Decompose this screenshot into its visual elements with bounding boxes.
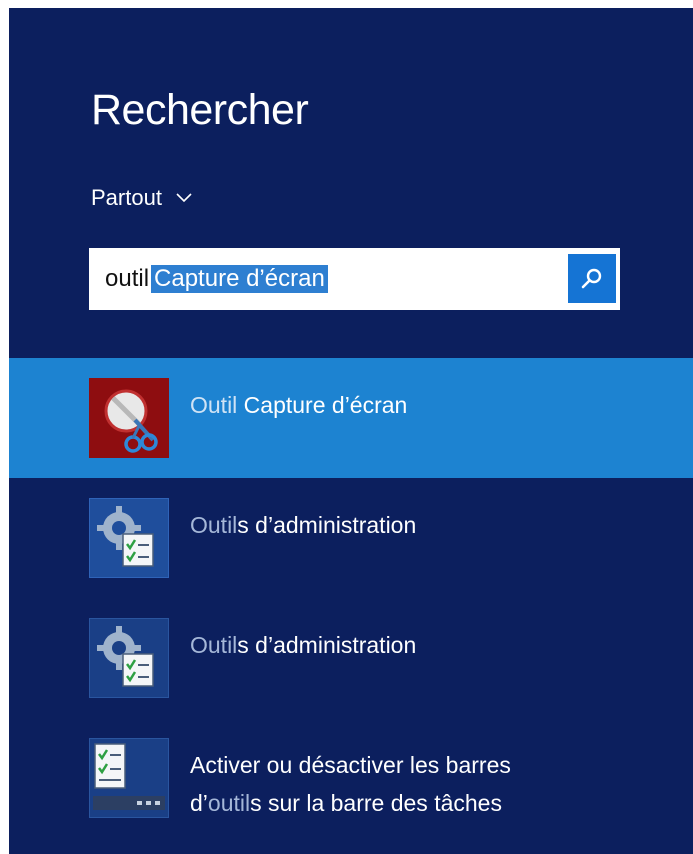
result-match: Outil — [190, 512, 238, 538]
search-query-typed: outil — [105, 265, 150, 292]
result-label: Outils d’administration — [190, 506, 416, 544]
result-item-admin-tools[interactable]: Outils d’administration — [9, 478, 693, 598]
search-pane: Rechercher Partout outil Capture d’écran — [9, 8, 693, 854]
result-match: outil — [207, 790, 251, 816]
result-item-taskbar-toolbars[interactable]: Activer ou désactiver les barres d’outil… — [9, 718, 693, 838]
taskbar-toolbars-icon — [88, 737, 170, 819]
result-rest: s d’administration — [237, 512, 417, 538]
search-input[interactable]: outil Capture d’écran — [89, 248, 620, 310]
result-rest: s d’administration — [237, 632, 417, 658]
search-title: Rechercher — [91, 86, 309, 134]
result-label: Outil Capture d’écran — [190, 386, 407, 424]
result-label: Outils d’administration — [190, 626, 416, 664]
search-icon — [581, 268, 602, 288]
result-label: Activer ou désactiver les barres d’outil… — [190, 746, 511, 822]
search-query[interactable]: outil Capture d’écran — [105, 265, 328, 293]
search-button[interactable] — [568, 254, 616, 303]
result-line-2-prefix: d’ — [190, 790, 208, 816]
result-line-2: d’outils sur la barre des tâches — [190, 784, 511, 822]
result-line-1: Activer ou désactiver les barres — [190, 752, 511, 778]
chevron-down-icon — [176, 193, 192, 203]
result-item-admin-tools[interactable]: Outils d’administration — [9, 598, 693, 718]
administrative-tools-icon — [88, 617, 170, 699]
search-scope-dropdown[interactable]: Partout — [91, 185, 192, 211]
result-match: Outil — [190, 392, 238, 418]
search-query-autocomplete: Capture d’écran — [151, 265, 328, 293]
result-rest: Capture d’écran — [237, 392, 408, 418]
result-item-snipping-tool[interactable]: Outil Capture d’écran — [9, 358, 693, 478]
snipping-tool-icon — [89, 378, 169, 458]
result-rest: s sur la barre des tâches — [250, 790, 502, 816]
result-match: Outil — [190, 632, 238, 658]
search-scope-label: Partout — [91, 185, 162, 210]
administrative-tools-icon — [88, 497, 170, 579]
